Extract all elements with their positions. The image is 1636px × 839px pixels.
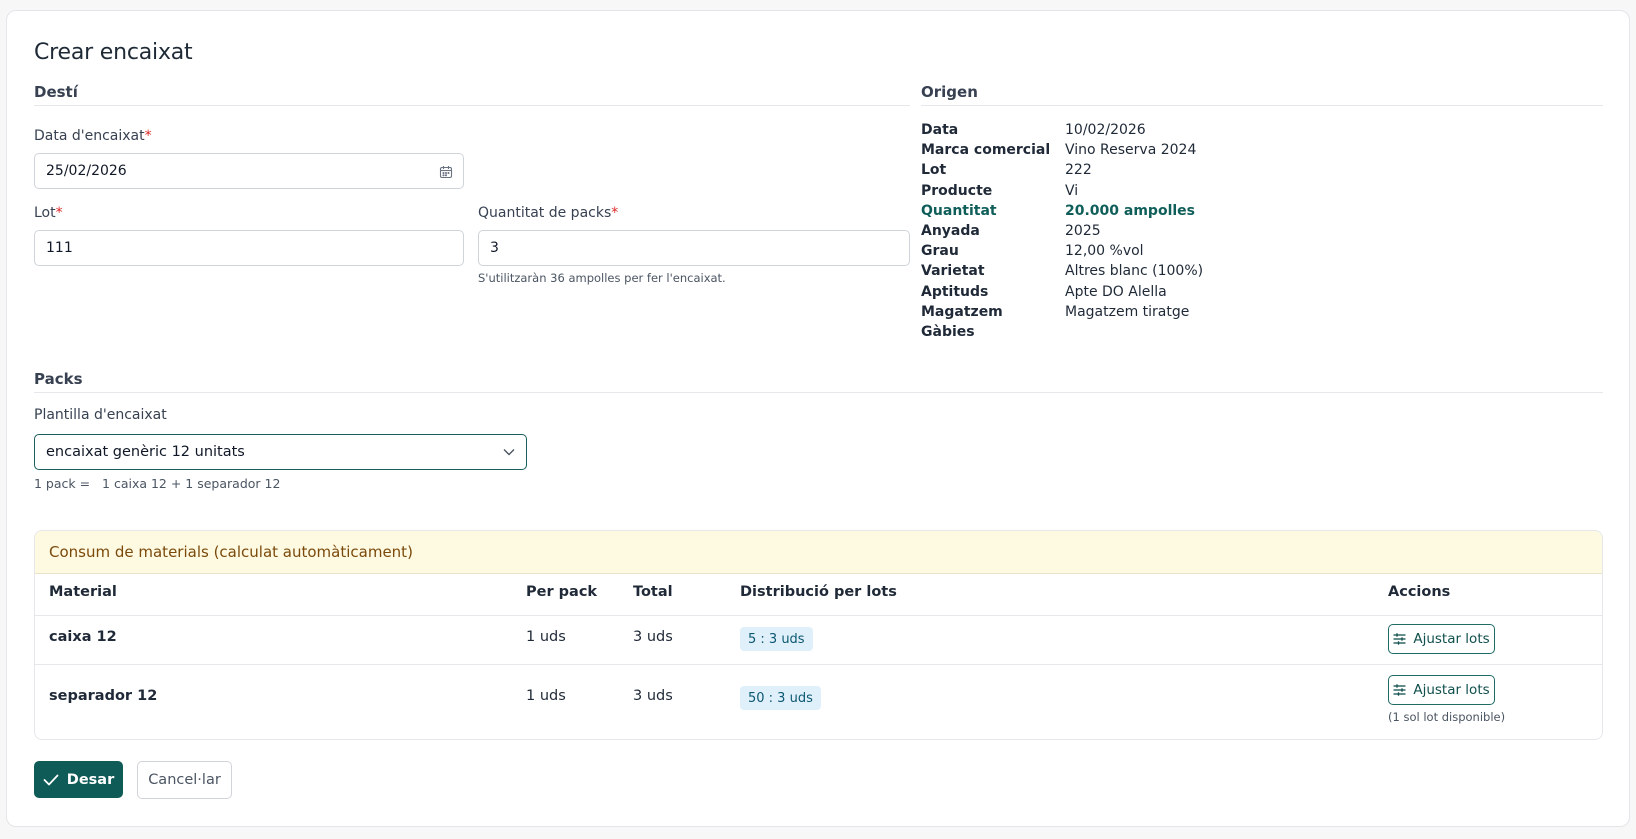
origen-key: Marca comercial: [921, 142, 1051, 159]
origen-value: Vino Reserva 2024: [1065, 142, 1197, 159]
materials-panel: Consum de materials (calculat automàtica…: [34, 530, 1603, 740]
lot-input[interactable]: 111: [34, 230, 464, 266]
row-2-adjust-lots-button[interactable]: Ajustar lots: [1388, 675, 1495, 705]
origen-value: Apte DO Alella: [1065, 283, 1167, 300]
origen-value: Altres blanc (100%): [1065, 263, 1204, 280]
origen-row: Lot 222: [921, 160, 1341, 180]
row-2-total: 3 uds: [633, 688, 673, 704]
template-label: Plantilla d'encaixat: [34, 407, 167, 423]
row-1-total: 3 uds: [633, 629, 673, 645]
quantity-label: Quantitat de packs*: [478, 205, 619, 221]
col-header-actions: Accions: [1388, 584, 1451, 600]
sliders-icon: [1393, 633, 1406, 645]
row-2-material: separador 12: [49, 688, 158, 704]
origen-row: Aptituds Apte DO Alella: [921, 282, 1341, 302]
check-icon: [43, 774, 59, 785]
origen-key: Anyada: [921, 223, 980, 240]
origen-key: Varietat: [921, 263, 985, 280]
row-1-divider: [35, 664, 1602, 665]
cancel-button[interactable]: Cancel·lar: [137, 761, 232, 799]
date-value: 25/02/2026: [46, 163, 127, 179]
quantity-hint: S'utilitzaràn 36 ampolles per fer l'enca…: [478, 271, 726, 285]
sliders-icon: [1393, 684, 1406, 696]
row-2-per-pack: 1 uds: [526, 688, 566, 704]
col-header-per-pack: Per pack: [526, 584, 598, 600]
origen-value: Magatzem tiratge: [1065, 303, 1190, 320]
origen-row: Marca comercial Vino Reserva 2024: [921, 140, 1341, 160]
section-title-packs: Packs: [34, 370, 83, 388]
origen-row: Data 10/02/2026: [921, 120, 1341, 140]
desti-divider: [34, 105, 910, 106]
chevron-down-icon: [503, 449, 515, 456]
origen-key: Gàbies: [921, 323, 975, 340]
row-1-material: caixa 12: [49, 629, 117, 645]
origen-value: 10/02/2026: [1065, 122, 1146, 139]
section-title-desti: Destí: [34, 83, 78, 101]
row-1-lot-chip: 5 : 3 uds: [740, 627, 813, 651]
calendar-icon[interactable]: [439, 165, 453, 179]
page-title: Crear encaixat: [34, 40, 193, 65]
col-header-material: Material: [49, 584, 117, 600]
origen-value: 20.000 ampolles: [1065, 202, 1195, 219]
origen-row: Anyada 2025: [921, 221, 1341, 241]
origen-key: Data: [921, 122, 959, 139]
origen-row: Quantitat 20.000 ampolles: [921, 201, 1341, 221]
packs-divider: [34, 392, 1603, 393]
origen-key: Quantitat: [921, 202, 997, 219]
origen-value: 12,00 %vol: [1065, 243, 1144, 260]
template-selected-value: encaixat genèric 12 unitats: [46, 444, 245, 460]
origen-key: Magatzem: [921, 303, 1003, 320]
origen-value: 222: [1065, 162, 1092, 179]
row-2-lot-chip: 50 : 3 uds: [740, 686, 821, 710]
row-1-adjust-lots-button[interactable]: Ajustar lots: [1388, 624, 1495, 654]
pack-formula: 1 pack = 1 caixa 12 + 1 separador 12: [34, 476, 281, 491]
origen-row: Varietat Altres blanc (100%): [921, 261, 1341, 281]
lot-label: Lot*: [34, 205, 63, 221]
row-1-per-pack: 1 uds: [526, 629, 566, 645]
origen-key: Producte: [921, 182, 993, 199]
origen-key: Aptituds: [921, 283, 989, 300]
origen-key: Lot: [921, 162, 947, 179]
origen-row: Producte Vi: [921, 181, 1341, 201]
save-button[interactable]: Desar: [34, 761, 123, 798]
template-select[interactable]: encaixat genèric 12 unitats: [34, 434, 527, 470]
origen-row: Gàbies: [921, 322, 1341, 342]
date-label: Data d'encaixat*: [34, 128, 152, 144]
section-title-origen: Origen: [921, 83, 978, 101]
origen-value: Vi: [1065, 182, 1079, 199]
origen-row: Magatzem Magatzem tiratge: [921, 302, 1341, 322]
origen-row: Grau 12,00 %vol: [921, 241, 1341, 261]
materials-panel-title: Consum de materials (calculat automàtica…: [35, 531, 1602, 574]
col-header-total: Total: [633, 584, 673, 600]
header-divider: [35, 615, 1602, 616]
row-2-lot-note: (1 sol lot disponible): [1388, 710, 1506, 724]
date-field[interactable]: 25/02/2026: [34, 153, 464, 189]
origen-value: 2025: [1065, 223, 1101, 240]
origen-details: Data 10/02/2026 Marca comercial Vino Reserv…: [921, 120, 1341, 342]
origen-key: Grau: [921, 243, 959, 260]
col-header-distribution: Distribució per lots: [740, 584, 897, 600]
quantity-input[interactable]: 3: [478, 230, 910, 266]
origen-divider: [921, 105, 1603, 106]
